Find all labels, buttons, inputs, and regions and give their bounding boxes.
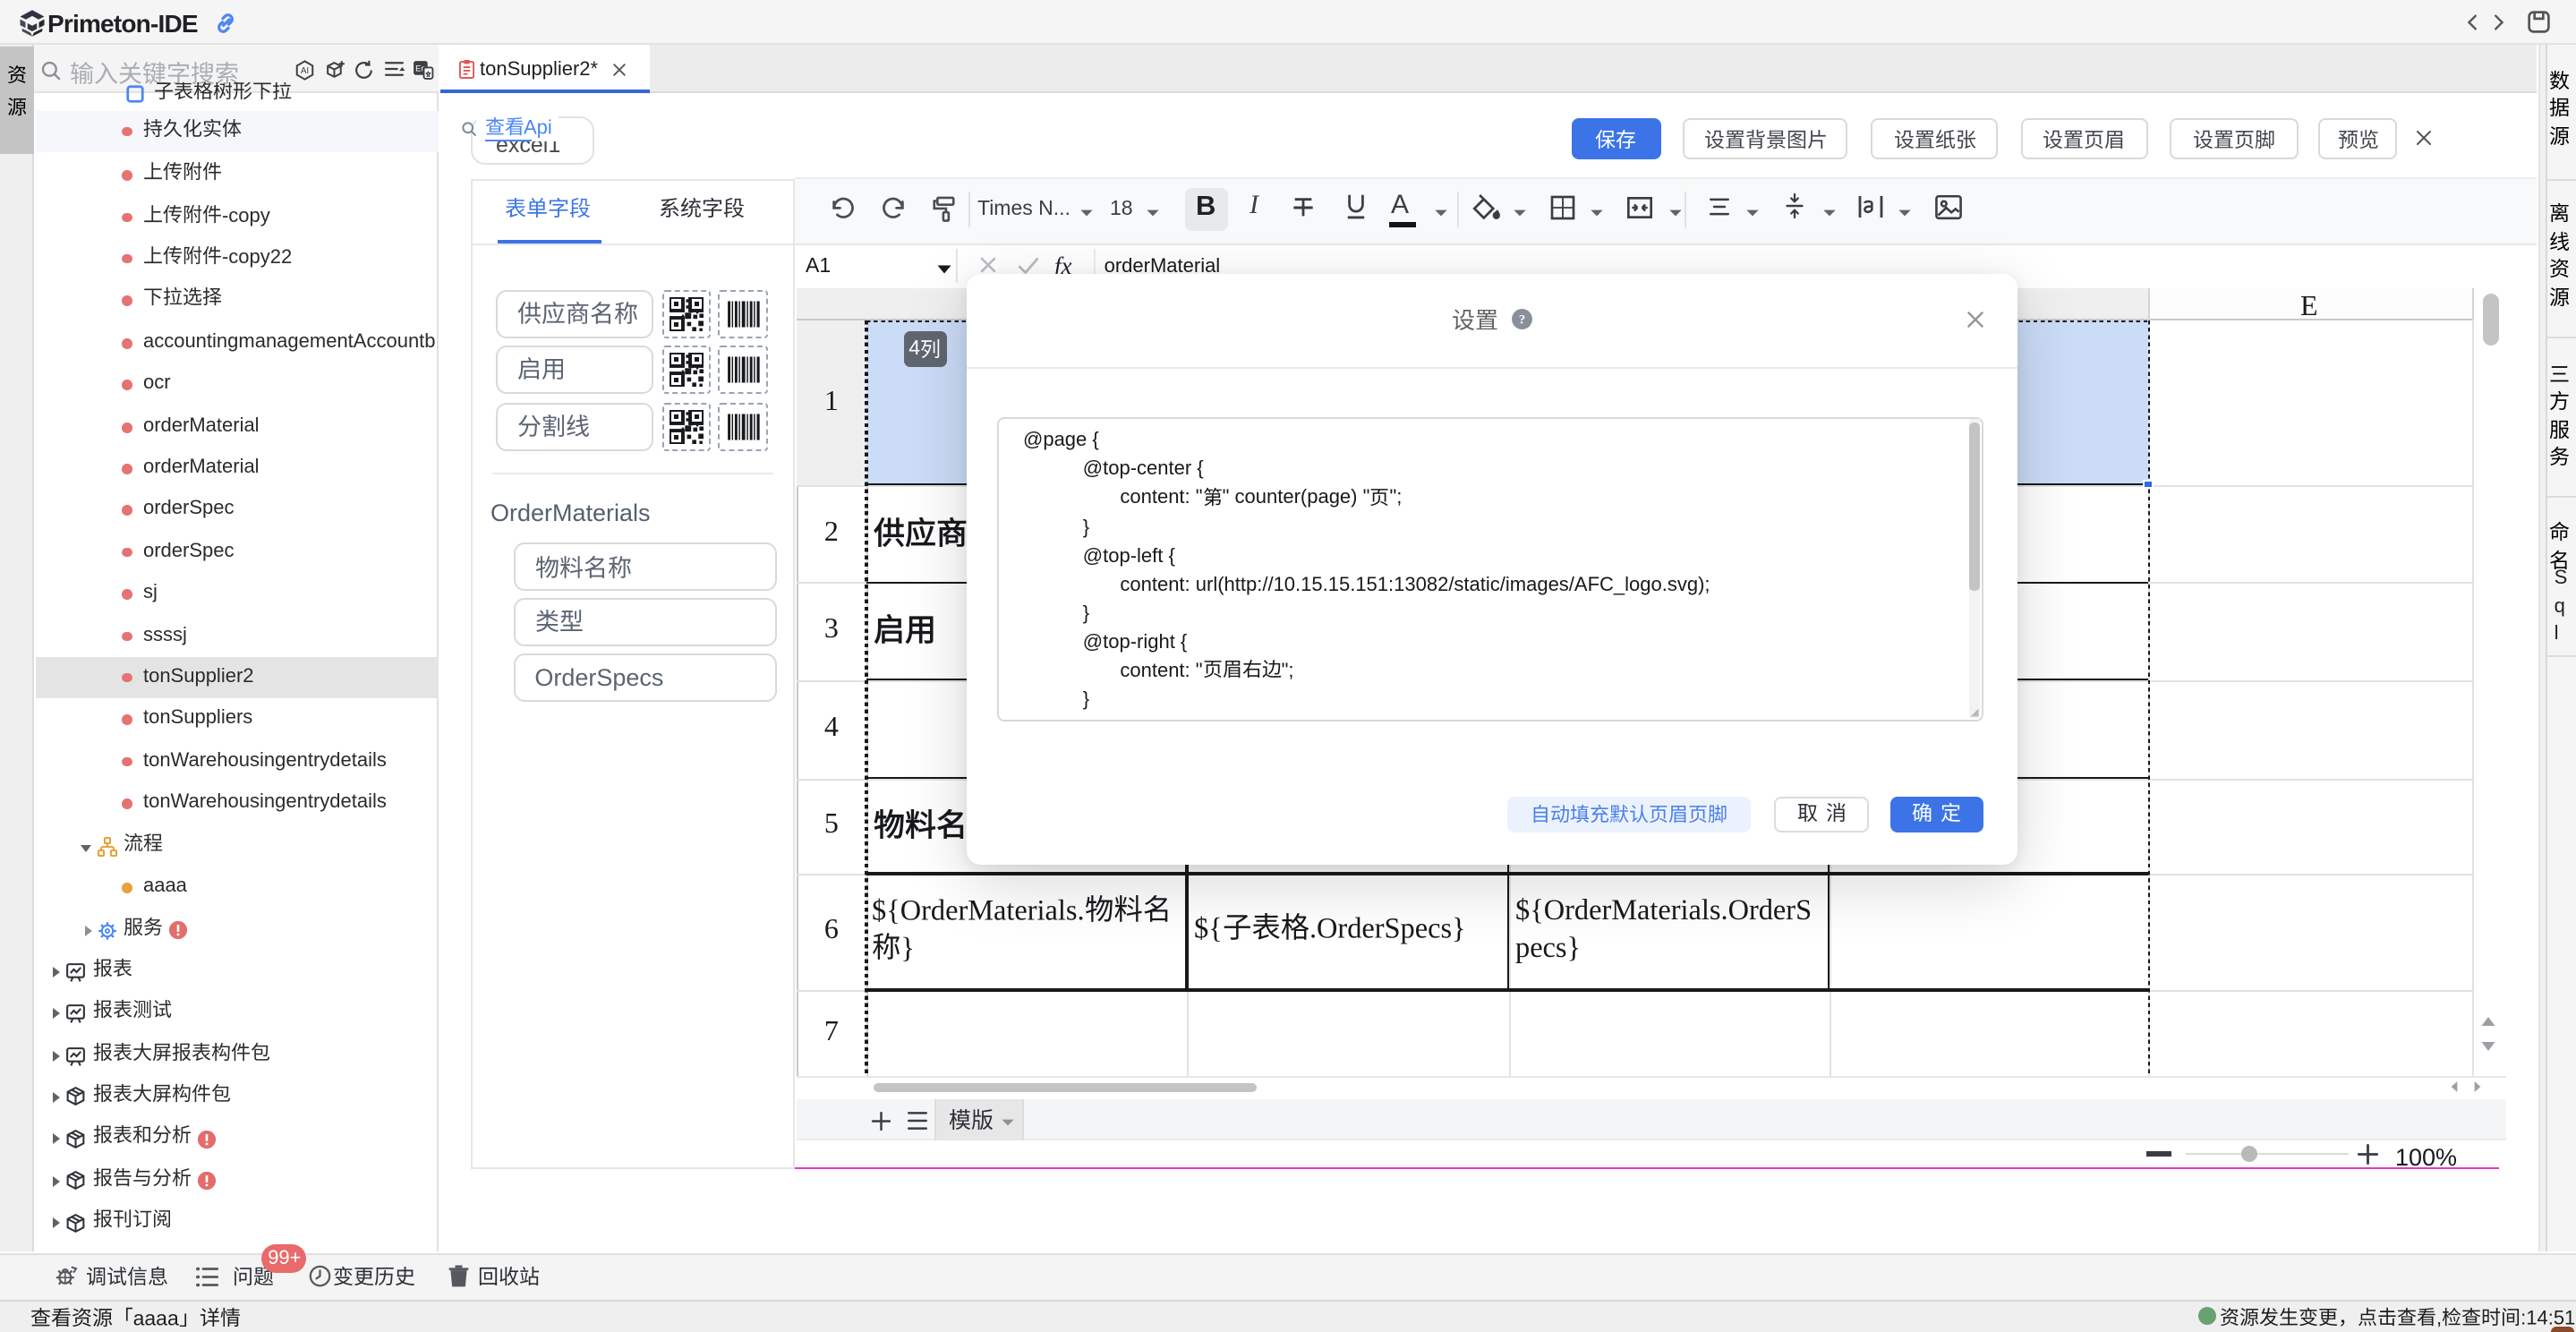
svg-text:AI: AI	[300, 65, 308, 75]
svg-text:?: ?	[1518, 313, 1525, 328]
